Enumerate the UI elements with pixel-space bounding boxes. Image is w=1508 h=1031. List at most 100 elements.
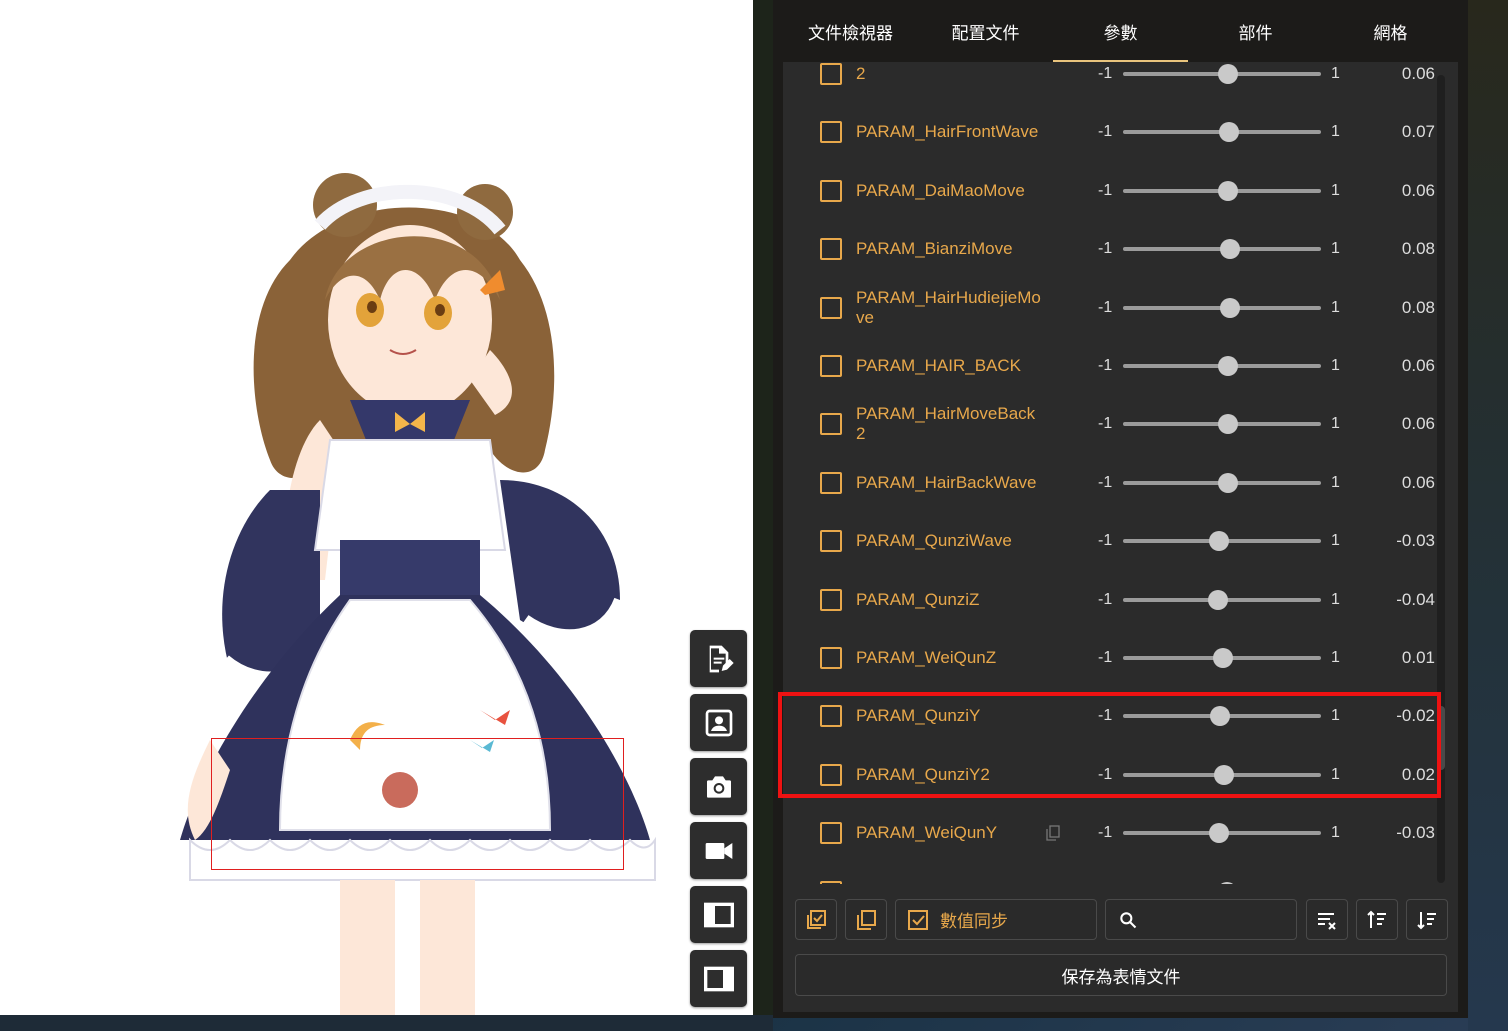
tab-bar: 文件檢視器 配置文件 參數 部件 網格: [783, 0, 1458, 62]
select-all-button[interactable]: [795, 899, 837, 940]
save-as-expression-button[interactable]: 保存為表情文件: [795, 954, 1447, 996]
parameter-min: -1: [1098, 473, 1113, 491]
parameter-max: 1: [1331, 123, 1340, 141]
parameter-slider[interactable]: [1123, 589, 1321, 610]
toggle-left-panel-button[interactable]: [690, 886, 747, 943]
parameter-value: 0.08: [1401, 239, 1435, 259]
parameter-value: -0.03: [1396, 823, 1435, 843]
parameter-slider[interactable]: [1123, 823, 1321, 844]
clear-filter-button[interactable]: [1306, 899, 1348, 940]
sort-ascending-icon: [1367, 910, 1386, 928]
parameter-checkbox[interactable]: [820, 880, 842, 884]
record-video-button[interactable]: [690, 822, 747, 879]
slider-thumb[interactable]: [1208, 589, 1229, 610]
parameter-row: PARAM_DaiMaoMove -1 1 0.06: [798, 162, 1438, 220]
parameter-checkbox[interactable]: [820, 413, 842, 436]
tab-profile[interactable]: 配置文件: [918, 0, 1053, 62]
parameter-name: PARAM_BodyUPWave: [856, 882, 1041, 884]
parameter-slider[interactable]: [1123, 648, 1321, 668]
tab-file-viewer[interactable]: 文件檢視器: [783, 0, 918, 62]
parameter-value: 0.06: [1401, 472, 1435, 492]
parameter-slider[interactable]: [1123, 472, 1321, 493]
slider-thumb[interactable]: [1218, 122, 1239, 143]
portrait-button[interactable]: [690, 694, 747, 751]
parameter-name: PARAM_QunziWave: [856, 531, 1012, 551]
parameter-value: -0.04: [1396, 589, 1435, 609]
parameter-slider[interactable]: [1123, 356, 1321, 376]
slider-thumb[interactable]: [1219, 239, 1240, 260]
parameter-checkbox[interactable]: [820, 238, 842, 261]
parameter-slider[interactable]: [1123, 531, 1321, 552]
parameter-value: 0.06: [1401, 414, 1435, 434]
parameter-checkbox[interactable]: [820, 647, 842, 669]
parameter-value: 0.07: [1401, 122, 1435, 142]
tab-mesh[interactable]: 網格: [1323, 0, 1458, 62]
slider-thumb[interactable]: [1209, 531, 1230, 552]
parameter-list-frame: 2 -1 1 0.06 PARAM_HairFrontWave -1 1 0.07 PARAM_…: [783, 62, 1458, 1012]
copy-icon[interactable]: [1046, 825, 1060, 841]
sort-ascending-button[interactable]: [1356, 899, 1398, 940]
parameter-min: -1: [1098, 357, 1113, 374]
search-icon: [1120, 912, 1137, 929]
parameter-min: -1: [1098, 181, 1113, 199]
parameter-min: -1: [1098, 65, 1113, 82]
parameter-slider[interactable]: [1123, 414, 1321, 435]
clear-filter-icon: [1318, 912, 1336, 930]
parameter-min: -1: [1098, 532, 1113, 550]
parameter-max: 1: [1331, 415, 1340, 433]
parameter-row: PARAM_HairHudiejieMove -1 1 0.08: [798, 279, 1438, 337]
slider-thumb[interactable]: [1219, 297, 1240, 318]
panel-right-icon: [703, 966, 734, 991]
parameter-max: 1: [1331, 65, 1340, 82]
value-sync-toggle[interactable]: 數值同步: [895, 899, 1097, 940]
parameter-checkbox[interactable]: [820, 355, 842, 377]
parameter-checkbox[interactable]: [820, 121, 842, 144]
parameter-slider[interactable]: [1123, 64, 1321, 84]
slider-thumb[interactable]: [1209, 823, 1230, 844]
copy-button[interactable]: [845, 899, 887, 940]
parameter-checkbox[interactable]: [820, 471, 842, 494]
slider-thumb[interactable]: [1217, 64, 1238, 84]
selection-rectangle: [211, 738, 624, 870]
parameter-slider[interactable]: [1123, 239, 1321, 260]
parameter-row: PARAM_HAIR_BACK -1 1 0.06: [798, 337, 1438, 395]
parameter-name: PARAM_HairFrontWave: [856, 122, 1039, 142]
parameter-value: 0.06: [1401, 180, 1435, 200]
parameter-max: 1: [1331, 240, 1340, 258]
search-box[interactable]: [1105, 899, 1297, 940]
parameter-name: PARAM_HairHudiejieMove: [856, 287, 1041, 327]
parameter-checkbox[interactable]: [820, 63, 842, 85]
screenshot-button[interactable]: [690, 758, 747, 815]
splitter[interactable]: [753, 0, 773, 1031]
parameter-checkbox[interactable]: [820, 530, 842, 553]
parameter-slider[interactable]: [1123, 180, 1321, 201]
parameter-slider[interactable]: [1123, 122, 1321, 143]
toggle-right-panel-button[interactable]: [690, 950, 747, 1007]
panel-left-icon: [703, 902, 734, 927]
edit-document-button[interactable]: [690, 630, 747, 687]
parameter-checkbox[interactable]: [820, 822, 842, 845]
slider-thumb[interactable]: [1216, 881, 1237, 884]
parameter-checkbox[interactable]: [820, 179, 842, 202]
parameter-slider[interactable]: [1123, 297, 1321, 318]
parameter-name: PARAM_WeiQunZ: [856, 648, 997, 667]
parameter-row: PARAM_BodyUPWave -1 1 0.05: [798, 863, 1438, 884]
slider-thumb[interactable]: [1217, 180, 1238, 201]
parameter-checkbox[interactable]: [820, 296, 842, 319]
parameter-row: PARAM_WeiQunY -1 1 -0.03: [798, 804, 1438, 862]
parameter-row: PARAM_QunziWave -1 1 -0.03: [798, 512, 1438, 570]
parameter-name: PARAM_HairBackWave: [856, 472, 1037, 492]
checkbox-checked-icon: [908, 909, 928, 930]
slider-thumb[interactable]: [1217, 414, 1238, 435]
tab-parameters[interactable]: 參數: [1053, 0, 1188, 62]
search-input[interactable]: [1148, 906, 1288, 934]
slider-thumb[interactable]: [1212, 648, 1233, 668]
parameter-checkbox[interactable]: [820, 588, 842, 611]
background-edge: [1468, 0, 1508, 1031]
tab-parts[interactable]: 部件: [1188, 0, 1323, 62]
slider-thumb[interactable]: [1217, 356, 1238, 376]
slider-thumb[interactable]: [1217, 472, 1238, 493]
sort-descending-button[interactable]: [1406, 899, 1448, 940]
model-preview-canvas[interactable]: [0, 0, 753, 1015]
copy-icon: [857, 909, 876, 930]
